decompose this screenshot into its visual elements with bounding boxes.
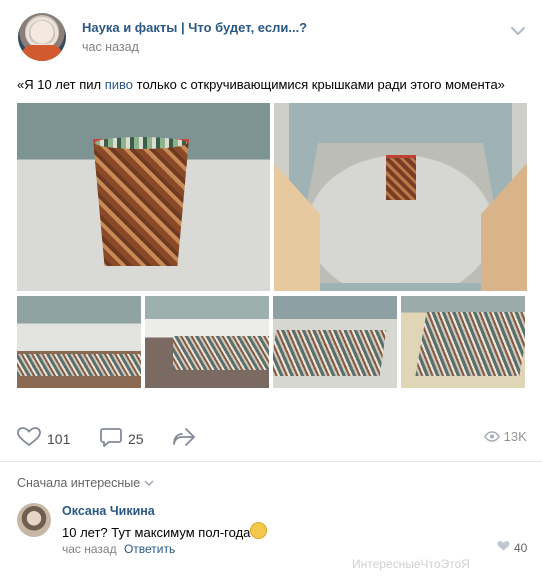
hashtag-link[interactable]: пиво xyxy=(105,77,133,92)
views-count: 13K xyxy=(503,429,527,444)
eye-icon xyxy=(484,429,504,444)
suit-shape xyxy=(22,45,62,61)
comment-time[interactable]: час назад xyxy=(62,542,117,556)
divider xyxy=(0,461,542,462)
heart-icon xyxy=(17,427,41,450)
comment-like-count: 40 xyxy=(514,540,528,555)
post-time[interactable]: час назад xyxy=(82,40,139,54)
comment-author[interactable]: Оксана Чикина xyxy=(62,504,155,518)
post-text-start: «Я 10 лет пил xyxy=(17,77,105,92)
views-counter: 13K xyxy=(484,429,527,444)
share-icon xyxy=(172,427,196,450)
photo-small-1[interactable] xyxy=(17,296,141,388)
like-button[interactable]: 101 xyxy=(17,427,70,450)
comment-icon xyxy=(100,427,122,450)
comment-like-button[interactable]: 40 xyxy=(497,540,527,555)
sort-label: Сначала интересные xyxy=(17,476,141,490)
comment-avatar[interactable] xyxy=(17,503,51,537)
comment-button[interactable]: 25 xyxy=(100,427,144,450)
comment-meta: час назад Ответить xyxy=(62,542,175,556)
caps-floor xyxy=(17,354,141,376)
caps-pile xyxy=(95,137,187,149)
share-button[interactable] xyxy=(172,427,196,450)
caps-floor xyxy=(415,312,525,376)
bin-shape xyxy=(93,139,189,266)
group-name[interactable]: Наука и факты | Что будет, если...? xyxy=(82,20,307,35)
box-shape xyxy=(386,155,416,200)
photo-small-2[interactable] xyxy=(145,296,269,388)
comment-sort-dropdown[interactable]: Сначала интересные xyxy=(17,476,154,490)
watermark: ИнтересныеЧтоЭтоЯ xyxy=(352,557,470,571)
photo-bin-with-caps[interactable] xyxy=(17,103,270,291)
photo-small-4[interactable] xyxy=(401,296,525,388)
comment-count: 25 xyxy=(128,430,144,447)
reply-button[interactable]: Ответить xyxy=(124,542,175,556)
chevron-down-icon xyxy=(144,476,154,490)
caps-floor xyxy=(173,336,269,370)
comment-body: 10 лет? Тут максимум пол-года xyxy=(62,525,251,540)
caps-floor xyxy=(273,330,387,376)
like-count: 101 xyxy=(47,430,71,447)
heart-icon xyxy=(497,540,514,555)
post-text-end: только с откручивающимися крышками ради … xyxy=(133,77,505,92)
photo-small-3[interactable] xyxy=(273,296,397,388)
photo-room-overview[interactable] xyxy=(274,103,527,291)
post-text: «Я 10 лет пил пиво только с откручивающи… xyxy=(17,77,505,92)
helmet-shape xyxy=(26,17,58,47)
group-avatar[interactable] xyxy=(18,13,66,61)
chevron-down-icon[interactable] xyxy=(510,24,526,42)
comment-text: 10 лет? Тут максимум пол-года xyxy=(62,522,268,540)
smiling-emoji-icon xyxy=(250,522,268,539)
